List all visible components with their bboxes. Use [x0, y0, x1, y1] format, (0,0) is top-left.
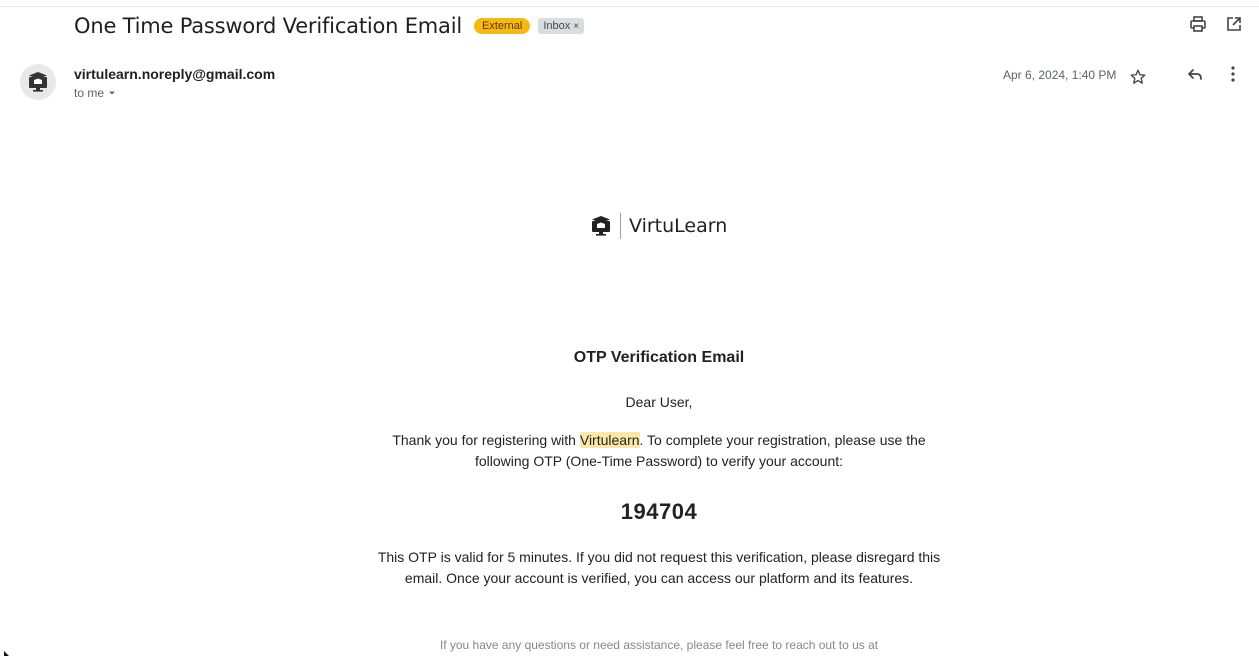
brand-logo: VirtuLearn [590, 212, 727, 240]
recipient-details-toggle[interactable]: to me [74, 86, 117, 100]
sender-avatar[interactable] [20, 64, 56, 100]
otp-code: 194704 [620, 499, 698, 524]
para-intro-start: Thank you for registering with [392, 432, 580, 448]
email-subject-row: One Time Password Verification Email Ext… [74, 10, 585, 42]
remove-label-button[interactable]: × [573, 21, 579, 32]
more-vert-icon[interactable] [1223, 64, 1243, 84]
monitor-graduation-cap-icon [592, 216, 610, 236]
print-icon[interactable] [1188, 14, 1208, 34]
label-inbox-text: Inbox [543, 20, 571, 32]
email-subject: One Time Password Verification Email [74, 14, 462, 38]
sender-email[interactable]: virtulearn.noreply@gmail.com [74, 66, 275, 82]
email-paragraph-intro: Thank you for registering with Virtulear… [370, 430, 948, 472]
mouse-cursor [4, 651, 9, 656]
email-title: OTP Verification Email [573, 349, 745, 366]
email-greeting: Dear User, [625, 394, 693, 410]
top-divider [0, 6, 1259, 7]
email-paragraph-contact: If you have any questions or need assist… [439, 638, 879, 652]
monitor-graduation-cap-icon [29, 72, 47, 92]
reply-icon[interactable] [1185, 65, 1205, 85]
brand-name: VirtuLearn [629, 215, 728, 237]
recipient-text: to me [74, 86, 105, 100]
search-highlight: Virtulearn [579, 432, 640, 448]
chevron-down-icon [109, 91, 116, 95]
email-date: Apr 6, 2024, 1:40 PM [1003, 68, 1117, 82]
label-inbox[interactable]: Inbox × [538, 18, 585, 34]
star-icon[interactable] [1128, 67, 1148, 87]
open-in-new-window-icon[interactable] [1224, 14, 1244, 34]
label-external[interactable]: External [474, 18, 531, 34]
brand-divider [620, 213, 621, 239]
email-paragraph-validity: This OTP is valid for 5 minutes. If you … [377, 549, 941, 586]
